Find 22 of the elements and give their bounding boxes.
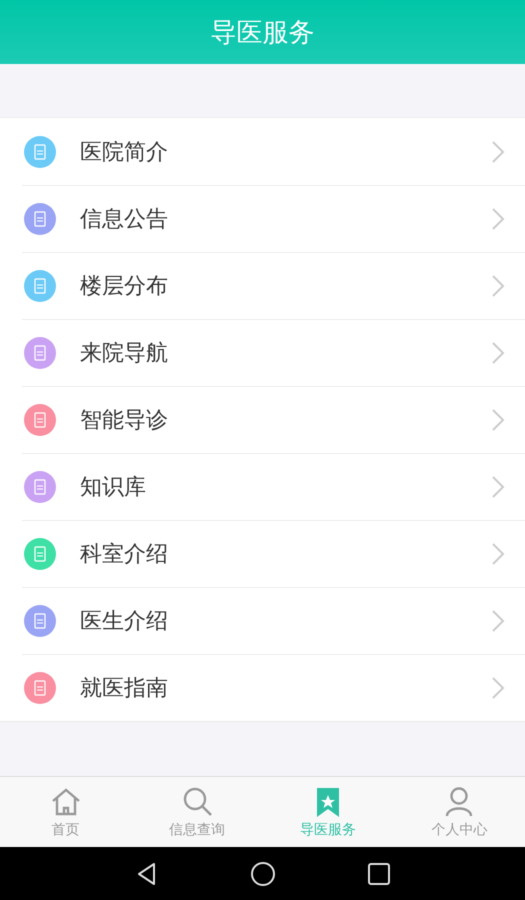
menu-item[interactable]: 楼层分布 <box>0 252 525 319</box>
chevron-icon <box>491 206 505 230</box>
menu-item[interactable]: 知识库 <box>0 453 525 520</box>
menu-item[interactable]: 智能导诊 <box>0 386 525 453</box>
menu-item[interactable]: 医院简介 <box>0 118 525 185</box>
home-icon[interactable] <box>250 860 276 886</box>
chevron-icon <box>491 676 505 700</box>
chevron-icon <box>491 140 505 164</box>
page-title: 导医服务 <box>210 16 314 50</box>
chevron-icon <box>491 474 505 498</box>
recents-icon[interactable] <box>366 860 392 886</box>
chevron-icon <box>491 340 505 364</box>
home-icon <box>50 786 82 818</box>
menu-item[interactable]: 信息公告 <box>0 185 525 252</box>
chevron-icon <box>491 274 505 298</box>
chevron-icon <box>491 608 505 632</box>
menu-item[interactable]: 来院导航 <box>0 319 525 386</box>
menu-item[interactable]: 就医指南 <box>0 654 525 721</box>
chevron-icon <box>491 408 505 432</box>
chevron-icon <box>491 542 505 566</box>
menu-item[interactable]: 科室介绍 <box>0 520 525 587</box>
menu-item[interactable]: 医生介绍 <box>0 587 525 654</box>
